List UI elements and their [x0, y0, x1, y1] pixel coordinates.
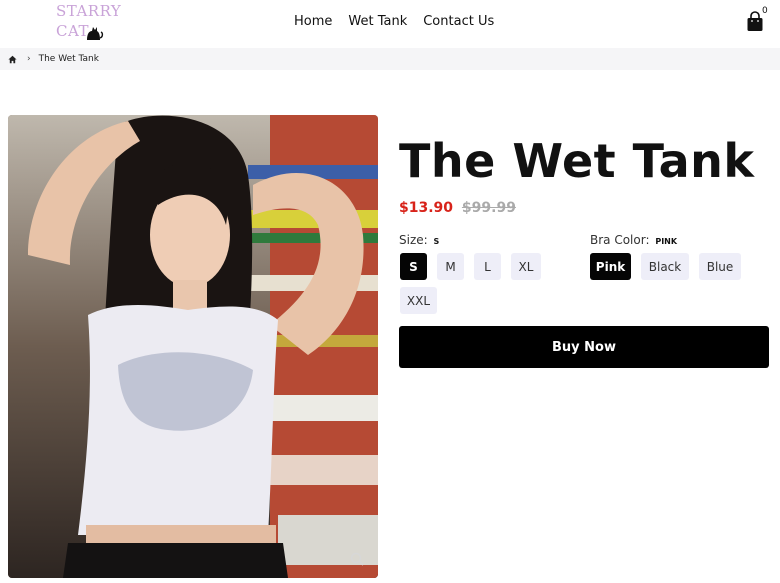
- color-option-blue[interactable]: Blue: [699, 253, 741, 280]
- selected-bra-color: PINK: [655, 237, 678, 246]
- size-option-xxl[interactable]: XXL: [400, 287, 437, 314]
- site-header: STARRY CAT Home Wet Tank Contact Us 0: [0, 0, 780, 48]
- color-option-black[interactable]: Black: [641, 253, 689, 280]
- selected-size: S: [433, 237, 440, 246]
- size-option-m[interactable]: M: [437, 253, 464, 280]
- breadcrumb-separator: ›: [27, 54, 31, 64]
- home-icon[interactable]: [8, 55, 17, 64]
- cat-icon: [87, 27, 104, 40]
- cart-count-badge: 0: [762, 6, 768, 16]
- product-image[interactable]: [8, 115, 378, 578]
- breadcrumb: › The Wet Tank: [0, 48, 780, 70]
- price-row: $13.90 $99.99: [399, 200, 516, 216]
- zoom-icon[interactable]: [350, 552, 364, 566]
- size-option-s[interactable]: S: [400, 253, 427, 280]
- product-title: The Wet Tank: [399, 134, 755, 188]
- size-option-xl[interactable]: XL: [511, 253, 541, 280]
- product-photo: [8, 115, 378, 578]
- original-price: $99.99: [461, 200, 516, 216]
- nav-contact-us[interactable]: Contact Us: [423, 14, 494, 29]
- breadcrumb-current: The Wet Tank: [38, 54, 99, 64]
- size-label: Size: S: [399, 233, 439, 247]
- size-label-text: Size:: [399, 233, 428, 247]
- brand-logo[interactable]: STARRY CAT: [54, 2, 121, 44]
- buy-now-button[interactable]: Buy Now: [399, 326, 769, 368]
- main-nav: Home Wet Tank Contact Us: [294, 14, 494, 29]
- size-option-l[interactable]: L: [474, 253, 501, 280]
- sale-price: $13.90: [399, 200, 454, 216]
- bra-color-label: Bra Color: PINK: [590, 233, 677, 247]
- nav-home[interactable]: Home: [294, 14, 332, 29]
- color-option-pink[interactable]: Pink: [590, 253, 631, 280]
- bra-color-label-text: Bra Color:: [590, 233, 650, 247]
- nav-wet-tank[interactable]: Wet Tank: [348, 14, 407, 29]
- brand-logo-line1: STARRY: [56, 2, 122, 20]
